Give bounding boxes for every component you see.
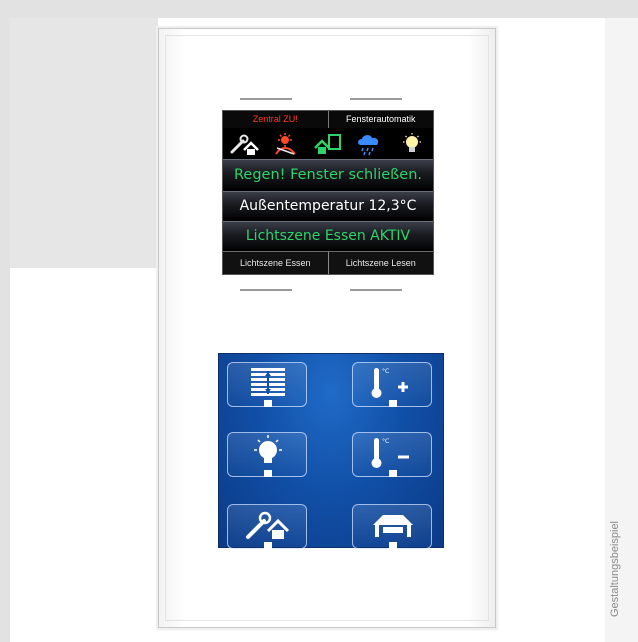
temperature-down-button[interactable]: °C bbox=[352, 432, 432, 477]
central-off-button[interactable] bbox=[227, 504, 307, 549]
blinds-icon bbox=[251, 368, 285, 407]
thermometer-plus-icon: °C bbox=[371, 368, 408, 407]
background-top bbox=[0, 0, 638, 18]
outside-temperature-readout: Außentemperatur 12,3°C bbox=[223, 191, 433, 219]
lightbulb-icon bbox=[254, 435, 282, 477]
temperature-up-button[interactable]: °C bbox=[352, 362, 432, 407]
touch-control-area: °C °C bbox=[218, 353, 444, 549]
light-scene-dining-label[interactable]: Lichtszene Essen bbox=[223, 252, 328, 274]
svg-text:°C: °C bbox=[382, 368, 389, 375]
side-caption: Gestaltungsbeispiel bbox=[609, 520, 621, 617]
top-left-hardware-button[interactable] bbox=[240, 98, 292, 100]
light-scene-reading-label[interactable]: Lichtszene Lesen bbox=[327, 252, 434, 274]
window-automation-label[interactable]: Fensterautomatik bbox=[327, 111, 434, 128]
display-header: Zentral ZU! Fensterautomatik bbox=[223, 111, 433, 128]
garage-icon bbox=[373, 515, 413, 549]
rain-cloud-icon bbox=[358, 135, 379, 156]
wrench-house-icon bbox=[230, 134, 259, 155]
background-left bbox=[0, 0, 10, 642]
house-window-icon bbox=[314, 134, 341, 154]
wrench-house-icon bbox=[246, 511, 290, 549]
garage-button[interactable] bbox=[352, 504, 432, 549]
bottom-left-hardware-button[interactable] bbox=[240, 289, 292, 291]
svg-text:°C: °C bbox=[382, 438, 389, 445]
display-footer: Lichtszene Essen Lichtszene Lesen bbox=[223, 251, 433, 274]
light-button[interactable] bbox=[227, 432, 307, 477]
thermometer-minus-icon: °C bbox=[371, 438, 409, 477]
blinds-button[interactable] bbox=[227, 362, 307, 407]
light-scene-status: Lichtszene Essen AKTIV bbox=[223, 221, 433, 250]
background-left-panel bbox=[10, 18, 158, 268]
color-display: Zentral ZU! Fensterautomatik Regen! Fens… bbox=[222, 110, 434, 275]
lightbulb-icon bbox=[403, 133, 421, 152]
top-right-hardware-button[interactable] bbox=[350, 98, 402, 100]
bottom-right-hardware-button[interactable] bbox=[350, 289, 402, 291]
status-icon-row bbox=[223, 129, 433, 159]
sun-shade-icon bbox=[275, 133, 296, 155]
rain-warning-message: Regen! Fenster schließen. bbox=[223, 159, 433, 189]
central-close-label[interactable]: Zentral ZU! bbox=[223, 111, 328, 128]
